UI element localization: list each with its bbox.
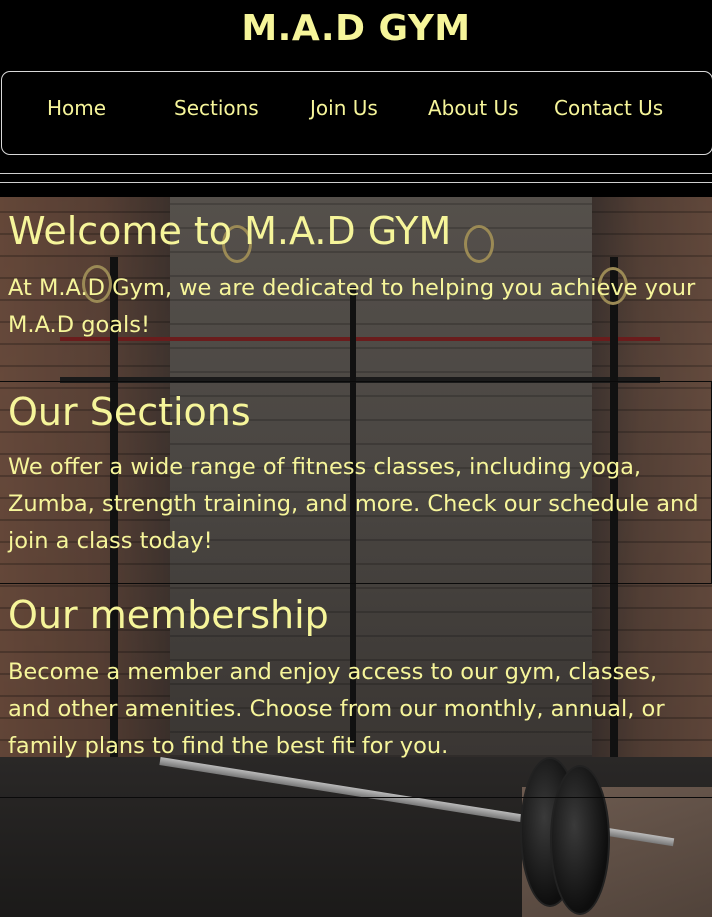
sections-text: We offer a wide range of fitness classes… — [8, 454, 699, 554]
site-title: M.A.D GYM — [241, 8, 471, 49]
membership-heading: Our membership — [8, 593, 329, 637]
sections-section: Our Sections We offer a wide range of fi… — [0, 381, 712, 584]
main-nav: Home Sections Join Us About Us Contact U… — [1, 71, 712, 155]
site-header: M.A.D GYM — [0, 0, 712, 60]
nav-item-join-us[interactable]: Join Us — [310, 96, 378, 120]
nav-item-home[interactable]: Home — [47, 96, 106, 120]
membership-section: Our membership Become a member and enjoy… — [0, 583, 712, 798]
nav-item-contact-us[interactable]: Contact Us — [554, 96, 663, 120]
welcome-text: At M.A.D Gym, we are dedicated to helpin… — [8, 275, 696, 338]
nav-item-about-us[interactable]: About Us — [428, 96, 519, 120]
divider-bottom — [0, 182, 712, 183]
welcome-section: Welcome to M.A.D GYM At M.A.D Gym, we ar… — [0, 197, 712, 381]
membership-text: Become a member and enjoy access to our … — [8, 659, 665, 759]
nav-item-sections[interactable]: Sections — [174, 96, 259, 120]
welcome-heading: Welcome to M.A.D GYM — [8, 209, 452, 253]
divider-top — [0, 173, 712, 174]
sections-heading: Our Sections — [8, 390, 251, 434]
